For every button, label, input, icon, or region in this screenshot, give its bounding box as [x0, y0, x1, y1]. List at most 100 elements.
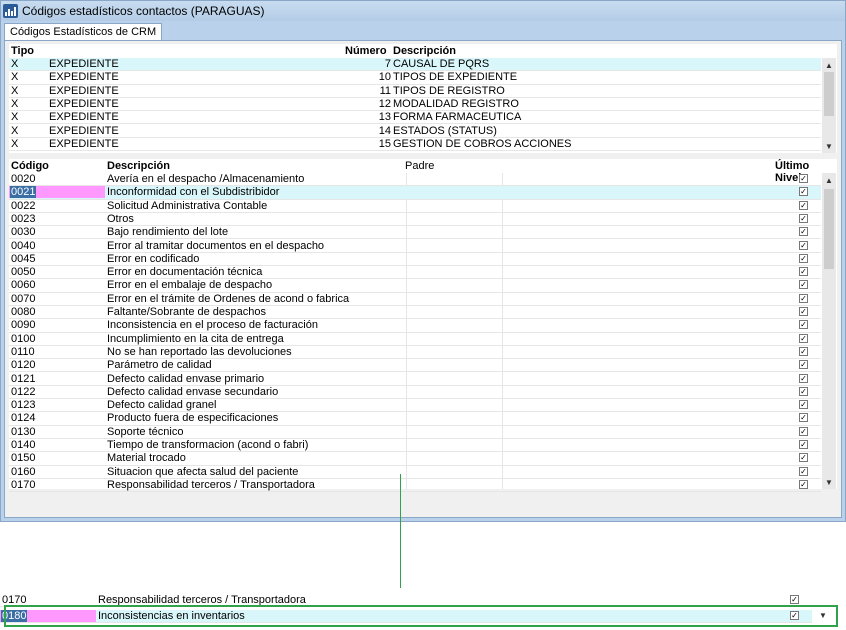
bottom-grid-scrollbar[interactable]: ▲ ▼	[822, 173, 836, 489]
cell-codigo: 0150	[11, 452, 36, 465]
cell-codigo: 0090	[11, 319, 36, 332]
header-padre[interactable]: Padre	[405, 160, 434, 172]
ultimo-nivel-checkbox[interactable]: ✓	[799, 320, 808, 330]
code-row[interactable]: 0124 Producto fuera de especificaciones ✓	[9, 412, 821, 426]
code-row[interactable]: 0021 Inconformidad con el Subdistribidor ✓	[9, 186, 821, 200]
cell-descripcion: Avería en el despacho /Almacenamiento	[107, 173, 305, 185]
scroll-up-icon[interactable]: ▲	[822, 58, 836, 72]
cell-codigo: 0020	[11, 173, 36, 185]
cell-codigo[interactable]: 0021	[10, 186, 37, 199]
code-row[interactable]: 0130 Soporte técnico ✓	[9, 426, 821, 439]
cell-descripcion: Otros	[107, 212, 134, 225]
code-row[interactable]: 0120 Parámetro de calidad ✓	[9, 359, 821, 373]
ultimo-nivel-checkbox[interactable]: ✓	[799, 200, 808, 210]
ultimo-nivel-checkbox[interactable]: ✓	[799, 333, 808, 343]
cell-descripcion: ESTADOS (STATUS)	[393, 124, 497, 137]
header-numero[interactable]: Número	[345, 45, 387, 57]
top-grid-row[interactable]: X EXPEDIENTE 15 GESTION DE COBROS ACCIONES	[9, 137, 821, 152]
ultimo-nivel-checkbox[interactable]: ✓	[799, 453, 808, 463]
cell-x: X	[11, 71, 19, 84]
header-codigo[interactable]: Código	[11, 160, 49, 172]
main-window: Códigos estadísticos contactos (PARAGUAS…	[0, 0, 846, 522]
ultimo-nivel-checkbox[interactable]: ✓	[799, 174, 808, 183]
header-descripcion[interactable]: Descripción	[107, 160, 170, 172]
cell-x: X	[11, 137, 19, 150]
top-grid-row[interactable]: X EXPEDIENTE 12 MODALIDAD REGISTRO	[9, 98, 821, 112]
cell-descripcion: Soporte técnico	[107, 425, 184, 438]
code-row[interactable]: 0030 Bajo rendimiento del lote ✓	[9, 226, 821, 240]
ultimo-nivel-checkbox[interactable]: ✓	[799, 227, 808, 237]
scroll-thumb[interactable]	[824, 189, 834, 269]
code-row[interactable]: 0070 Error en el trámite de Ordenes de ac…	[9, 293, 821, 306]
code-row[interactable]: 0080 Faltante/Sobrante de despachos ✓	[9, 306, 821, 320]
ultimo-nivel-checkbox[interactable]: ✓	[799, 386, 808, 396]
bottom-grid-header: Código Descripción Padre Último Nivel	[9, 159, 837, 184]
code-row[interactable]: 0045 Error en codificado ✓	[9, 253, 821, 267]
scroll-down-icon[interactable]: ▼	[822, 139, 836, 153]
cell-codigo: 0060	[11, 279, 36, 292]
ultimo-nivel-checkbox[interactable]: ✓	[799, 426, 808, 436]
top-grid: Tipo Número Descripción X EXPEDIENTE 7 CAUS…	[9, 44, 837, 153]
code-row[interactable]: 0110 No se han reportado las devoluciones…	[9, 346, 821, 360]
scroll-up-icon[interactable]: ▲	[822, 173, 836, 187]
code-row[interactable]: 0040 Error al tramitar documentos en el d…	[9, 240, 821, 253]
tab-pane: Tipo Número Descripción X EXPEDIENTE 7 CAUS…	[4, 40, 842, 518]
cell-codigo: 0160	[11, 465, 36, 478]
header-tipo[interactable]: Tipo	[11, 45, 34, 57]
code-row[interactable]: 0020 Avería en el despacho /Almacenamient…	[9, 173, 821, 187]
cell-descripcion: Faltante/Sobrante de despachos	[107, 306, 267, 318]
ultimo-nivel-checkbox[interactable]: ✓	[799, 479, 808, 489]
code-row[interactable]: 0160 Situacion que afecta salud del pacie…	[9, 466, 821, 479]
top-grid-row[interactable]: X EXPEDIENTE 11 TIPOS DE REGISTRO	[9, 85, 821, 98]
cell-tipo: EXPEDIENTE	[49, 58, 119, 70]
ultimo-nivel-checkbox[interactable]: ✓	[799, 440, 808, 449]
ultimo-nivel-checkbox[interactable]: ✓	[799, 373, 808, 383]
cell-codigo: 0030	[11, 226, 36, 239]
top-grid-row[interactable]: X EXPEDIENTE 10 TIPOS DE EXPEDIENTE	[9, 71, 821, 85]
ultimo-nivel-checkbox[interactable]: ✓	[799, 240, 808, 250]
code-row[interactable]: 0022 Solicitud Administrativa Contable ✓	[9, 200, 821, 213]
ultimo-nivel-checkbox[interactable]: ✓	[799, 360, 808, 370]
title-bar: Códigos estadísticos contactos (PARAGUAS…	[1, 1, 845, 21]
code-row[interactable]: 0150 Material trocado ✓	[9, 452, 821, 466]
cell-descripcion: Situacion que afecta salud del paciente	[107, 465, 299, 478]
scroll-down-icon[interactable]: ▼	[822, 475, 836, 489]
cell-descripcion: Bajo rendimiento del lote	[107, 226, 229, 239]
code-row[interactable]: 0122 Defecto calidad envase secundario ✓	[9, 386, 821, 400]
top-grid-row[interactable]: X EXPEDIENTE 7 CAUSAL DE PQRS	[9, 58, 821, 72]
ultimo-nivel-checkbox[interactable]: ✓	[790, 595, 799, 604]
bottom-grid: Código Descripción Padre Último Nivel 00…	[9, 159, 837, 493]
cell-descripcion: Parámetro de calidad	[107, 359, 212, 372]
ultimo-nivel-checkbox[interactable]: ✓	[799, 400, 808, 410]
code-row[interactable]: 0090 Inconsistencia en el proceso de fact…	[9, 319, 821, 333]
code-row[interactable]: 0050 Error en documentación técnica ✓	[9, 266, 821, 280]
ultimo-nivel-checkbox[interactable]: ✓	[799, 293, 808, 303]
ultimo-nivel-checkbox[interactable]: ✓	[799, 346, 808, 356]
ultimo-nivel-checkbox[interactable]: ✓	[799, 307, 808, 316]
cell-descripcion: Error al tramitar documentos en el despa…	[107, 239, 325, 252]
ultimo-nivel-checkbox[interactable]: ✓	[799, 466, 808, 476]
cell-descripcion: Error en el embalaje de despacho	[107, 279, 273, 292]
ultimo-nivel-checkbox[interactable]: ✓	[799, 213, 808, 223]
code-row[interactable]: 0060 Error en el embalaje de despacho ✓	[9, 279, 821, 293]
code-row[interactable]: 0123 Defecto calidad granel ✓	[9, 399, 821, 413]
ultimo-nivel-checkbox[interactable]: ✓	[799, 253, 808, 263]
code-row[interactable]: 0140 Tiempo de transformacion (acond o fa…	[9, 439, 821, 453]
top-grid-row[interactable]: X EXPEDIENTE 13 FORMA FARMACEUTICA	[9, 111, 821, 125]
top-grid-scrollbar[interactable]: ▲ ▼	[822, 58, 836, 153]
code-row[interactable]: 0023 Otros ✓	[9, 212, 821, 227]
cell-descripcion: Solicitud Administrativa Contable	[107, 199, 268, 212]
tab-codigos-crm[interactable]: Códigos Estadísticos de CRM	[4, 23, 163, 41]
ultimo-nivel-checkbox[interactable]: ✓	[799, 187, 808, 197]
code-row[interactable]: 0121 Defecto calidad envase primario ✓	[9, 373, 821, 386]
ultimo-nivel-checkbox[interactable]: ✓	[799, 413, 808, 423]
scroll-thumb[interactable]	[824, 72, 834, 116]
ultimo-nivel-checkbox[interactable]: ✓	[799, 267, 808, 277]
top-grid-row[interactable]: X EXPEDIENTE 14 ESTADOS (STATUS)	[9, 125, 821, 138]
annotation-arrow-line	[400, 474, 401, 602]
header-descripcion[interactable]: Descripción	[393, 45, 456, 57]
code-row[interactable]: 0170 Responsabilidad terceros / Transport…	[9, 479, 821, 493]
code-row[interactable]: 0100 Incumplimiento en la cita de entrega…	[9, 333, 821, 346]
ultimo-nivel-checkbox[interactable]: ✓	[799, 280, 808, 290]
cell-descripcion: TIPOS DE EXPEDIENTE	[393, 71, 518, 84]
